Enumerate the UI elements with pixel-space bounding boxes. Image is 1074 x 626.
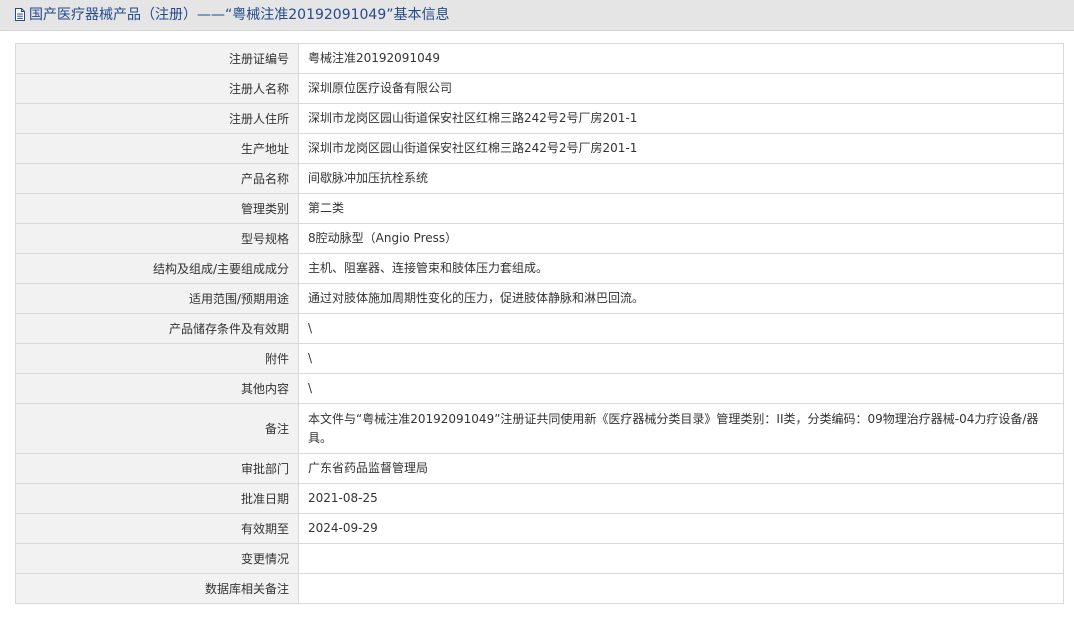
field-value: 通过对肢体施加周期性变化的压力，促进肢体静脉和淋巴回流。 [298,283,1064,314]
field-value: 主机、阻塞器、连接管束和肢体压力套组成。 [298,253,1064,284]
field-label: 审批部门 [15,453,299,484]
table-row: 备注 本文件与“粤械注准20192091049”注册证共同使用新《医疗器械分类目… [15,403,1064,454]
field-label: 变更情况 [15,543,299,574]
field-label: 生产地址 [15,133,299,164]
table-row: 注册人住所 深圳市龙岗区园山街道保安社区红棉三路242号2号厂房201-1 [15,103,1064,134]
table-row: 注册证编号 粤械注准20192091049 [15,43,1064,74]
field-value: 间歇脉冲加压抗栓系统 [298,163,1064,194]
field-value: \ [298,373,1064,404]
page-title: 国产医疗器械产品（注册）——“粤械注准20192091049”基本信息 [29,7,450,23]
table-row: 适用范围/预期用途 通过对肢体施加周期性变化的压力，促进肢体静脉和淋巴回流。 [15,283,1064,314]
field-value: \ [298,343,1064,374]
table-row: 结构及组成/主要组成成分 主机、阻塞器、连接管束和肢体压力套组成。 [15,253,1064,284]
product-info-table: 注册证编号 粤械注准20192091049 注册人名称 深圳原位医疗设备有限公司… [15,43,1064,604]
field-label: 管理类别 [15,193,299,224]
field-value: 粤械注准20192091049 [298,43,1064,74]
field-label: 批准日期 [15,483,299,514]
field-value: 本文件与“粤械注准20192091049”注册证共同使用新《医疗器械分类目录》管… [298,403,1064,454]
field-value: 2024-09-29 [298,513,1064,544]
table-row: 产品名称 间歇脉冲加压抗栓系统 [15,163,1064,194]
field-label: 型号规格 [15,223,299,254]
field-value: 深圳市龙岗区园山街道保安社区红棉三路242号2号厂房201-1 [298,103,1064,134]
field-label: 产品储存条件及有效期 [15,313,299,344]
field-value: 广东省药品监督管理局 [298,453,1064,484]
table-row: 数据库相关备注 [15,573,1064,604]
field-label: 注册人住所 [15,103,299,134]
field-value: 第二类 [298,193,1064,224]
page-header: 国产医疗器械产品（注册）——“粤械注准20192091049”基本信息 [0,0,1074,31]
table-row: 注册人名称 深圳原位医疗设备有限公司 [15,73,1064,104]
field-label: 注册人名称 [15,73,299,104]
table-row: 管理类别 第二类 [15,193,1064,224]
field-value: \ [298,313,1064,344]
field-label: 适用范围/预期用途 [15,283,299,314]
field-label: 附件 [15,343,299,374]
field-label: 有效期至 [15,513,299,544]
table-row: 产品储存条件及有效期 \ [15,313,1064,344]
table-row: 其他内容 \ [15,373,1064,404]
field-value: 深圳原位医疗设备有限公司 [298,73,1064,104]
field-label: 数据库相关备注 [15,573,299,604]
field-value: 8腔动脉型（Angio Press） [298,223,1064,254]
table-row: 附件 \ [15,343,1064,374]
field-label: 备注 [15,403,299,454]
field-value: 2021-08-25 [298,483,1064,514]
field-value [298,573,1064,604]
field-value: 深圳市龙岗区园山街道保安社区红棉三路242号2号厂房201-1 [298,133,1064,164]
table-row: 有效期至 2024-09-29 [15,513,1064,544]
table-row: 生产地址 深圳市龙岗区园山街道保安社区红棉三路242号2号厂房201-1 [15,133,1064,164]
field-label: 结构及组成/主要组成成分 [15,253,299,284]
field-value [298,543,1064,574]
document-icon [15,8,25,21]
field-label: 产品名称 [15,163,299,194]
field-label: 其他内容 [15,373,299,404]
table-row: 变更情况 [15,543,1064,574]
table-row: 型号规格 8腔动脉型（Angio Press） [15,223,1064,254]
field-label: 注册证编号 [15,43,299,74]
table-row: 批准日期 2021-08-25 [15,483,1064,514]
table-row: 审批部门 广东省药品监督管理局 [15,453,1064,484]
